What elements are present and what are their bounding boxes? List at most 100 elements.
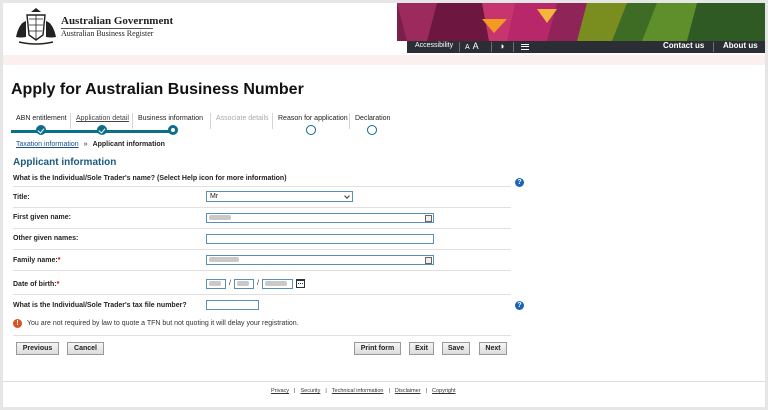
first-name-input[interactable]	[206, 213, 434, 223]
about-us-link[interactable]: About us	[723, 41, 758, 50]
cancel-button[interactable]: Cancel	[67, 342, 104, 355]
title-select-value: Mr	[210, 193, 219, 200]
government-wordmark: Australian Government Australian Busines…	[61, 15, 173, 38]
first-name-label: First given name:	[13, 214, 71, 221]
print-form-button[interactable]: Print form	[354, 342, 401, 355]
header-strip	[3, 55, 765, 65]
date-separator: /	[229, 280, 231, 287]
redacted-value	[209, 256, 239, 262]
step-business-information[interactable]: Business information	[133, 111, 211, 135]
step-abn-entitlement[interactable]: ABN entitlement	[11, 111, 71, 135]
row-divider	[13, 270, 511, 271]
footer-separator: |	[388, 388, 390, 394]
check-icon	[36, 125, 46, 135]
save-button[interactable]: Save	[442, 342, 470, 355]
calendar-icon[interactable]	[296, 279, 305, 288]
footer-separator: |	[425, 388, 427, 394]
warning-icon: !	[13, 319, 22, 328]
breadcrumb: Taxation information » Applicant informati…	[16, 141, 165, 148]
footer-link-privacy[interactable]: Privacy	[271, 388, 289, 394]
required-mark: *	[56, 281, 60, 288]
tfn-input[interactable]	[206, 300, 259, 310]
text-size-large[interactable]: A	[473, 41, 479, 51]
row-divider	[13, 228, 511, 229]
dob-label-text: Date of birth:	[13, 281, 57, 288]
utility-divider	[459, 42, 460, 52]
footer-link-disclaimer[interactable]: Disclaimer	[395, 388, 421, 394]
text-size-controls[interactable]: AA	[465, 41, 479, 51]
step-reason-for-application[interactable]: Reason for application	[273, 111, 350, 135]
redacted-value	[265, 280, 287, 286]
register-name: Australian Business Register	[61, 29, 154, 38]
previous-button[interactable]: Previous	[16, 342, 59, 355]
step-label: Application detail	[76, 115, 129, 122]
breadcrumb-current: Applicant information	[92, 141, 165, 148]
required-mark: *	[57, 257, 61, 264]
exit-button[interactable]: Exit	[409, 342, 434, 355]
step-application-detail[interactable]: Application detail	[71, 111, 133, 135]
title-select[interactable]: Mr	[206, 191, 353, 202]
name-question: What is the Individual/Sole Trader's nam…	[13, 175, 287, 182]
help-icon[interactable]: ?	[515, 178, 524, 187]
other-names-label: Other given names:	[13, 235, 79, 242]
row-divider	[13, 207, 511, 208]
pending-step-icon	[367, 125, 377, 135]
dob-year-input[interactable]	[262, 279, 293, 289]
dob-day-input[interactable]	[206, 279, 226, 289]
site-header: Australian Government Australian Busines…	[3, 3, 765, 55]
help-icon[interactable]: ?	[515, 301, 524, 310]
contrast-icon[interactable]: ◑	[499, 41, 504, 51]
contact-us-link[interactable]: Contact us	[663, 41, 704, 50]
utility-bar	[407, 41, 765, 53]
footer-link-security[interactable]: Security	[300, 388, 320, 394]
footer-link-copyright[interactable]: Copyright	[432, 388, 456, 394]
step-label: ABN entitlement	[16, 115, 67, 122]
accessibility-link[interactable]: Accessibility	[415, 42, 453, 49]
wordmark-divider	[61, 28, 153, 29]
footer-link-technical-information[interactable]: Technical information	[332, 388, 384, 394]
step-declaration[interactable]: Declaration	[350, 111, 394, 135]
page-title: Apply for Australian Business Number	[11, 81, 304, 98]
utility-divider	[513, 42, 514, 52]
menu-icon[interactable]	[521, 44, 529, 50]
tfn-warning-text: You are not required by law to quote a T…	[27, 320, 299, 327]
family-name-label: Family name:*	[13, 257, 60, 264]
redacted-value	[209, 214, 231, 220]
step-associate-details: Associate details	[211, 111, 273, 133]
breadcrumb-separator: »	[83, 141, 88, 148]
step-progress-line	[133, 130, 173, 133]
check-icon	[97, 125, 107, 135]
keyboard-icon[interactable]	[425, 257, 432, 264]
step-label: Reason for application	[278, 115, 348, 122]
date-separator: /	[257, 280, 259, 287]
step-label: Associate details	[216, 115, 269, 122]
gov-name: Australian Government	[61, 15, 174, 27]
redacted-value	[209, 280, 221, 286]
tfn-label: What is the Individual/Sole Trader's tax…	[13, 302, 187, 309]
row-divider	[13, 186, 511, 187]
utility-divider	[491, 42, 492, 52]
breadcrumb-link[interactable]: Taxation information	[16, 141, 79, 148]
chevron-down-icon	[344, 193, 350, 199]
row-divider	[13, 249, 511, 250]
coat-of-arms-logo	[16, 8, 56, 45]
family-name-label-text: Family name:	[13, 257, 58, 264]
keyboard-icon[interactable]	[425, 215, 432, 222]
next-button[interactable]: Next	[479, 342, 507, 355]
family-name-input[interactable]	[206, 255, 434, 265]
utility-divider	[713, 42, 714, 52]
step-label: Declaration	[355, 115, 391, 122]
dob-month-input[interactable]	[234, 279, 254, 289]
section-title: Applicant information	[13, 157, 117, 168]
footer-separator: |	[325, 388, 327, 394]
current-step-icon	[168, 125, 178, 135]
footer-separator: |	[294, 388, 296, 394]
footer-links: Privacy | Security | Technical information | D…	[271, 388, 456, 394]
row-divider	[13, 335, 511, 336]
footer-divider	[3, 381, 765, 382]
other-names-input[interactable]	[206, 234, 434, 244]
title-label: Title:	[13, 194, 30, 201]
redacted-value	[237, 280, 249, 286]
pending-step-icon	[306, 125, 316, 135]
text-size-small[interactable]: A	[465, 44, 470, 51]
